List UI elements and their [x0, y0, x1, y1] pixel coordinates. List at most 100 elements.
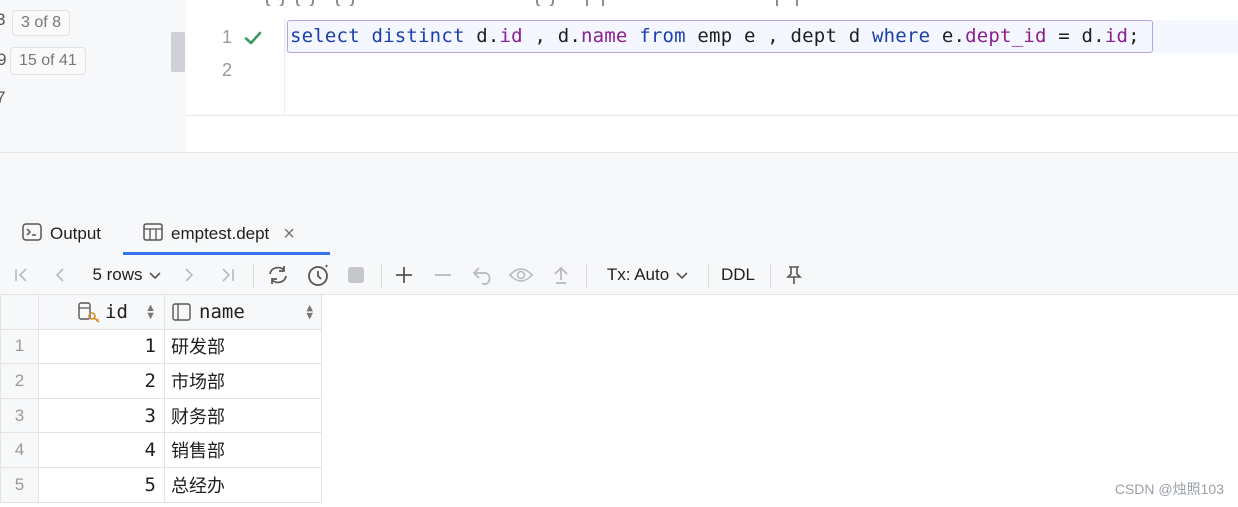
- sql-text: d.: [464, 25, 500, 47]
- sql-field: id: [1104, 25, 1129, 47]
- active-tab-indicator: [123, 252, 330, 255]
- cell-id[interactable]: 4: [38, 432, 165, 468]
- editor-bottom-area: [186, 115, 1238, 153]
- tab-emptest-dept[interactable]: emptest.dept ×: [143, 212, 295, 256]
- tab-output[interactable]: Output: [22, 212, 101, 256]
- sql-keyword: distinct: [371, 25, 465, 47]
- cell-name[interactable]: 市场部: [164, 363, 322, 399]
- tab-emptest-dept-label: emptest.dept: [171, 224, 270, 243]
- sql-text: e.: [930, 25, 966, 47]
- toolbar-icon-clipped[interactable]: [336, 0, 354, 6]
- partial-row-number: 3: [0, 10, 6, 29]
- row-number-header: [0, 294, 39, 330]
- transaction-mode-dropdown[interactable]: Tx: Auto: [600, 256, 696, 294]
- transaction-mode-label: Tx: Auto: [606, 265, 670, 284]
- ddl-button[interactable]: DDL: [716, 256, 760, 294]
- row-number: 5: [0, 466, 39, 503]
- primary-key-column-icon: [78, 302, 100, 323]
- next-page-icon[interactable]: [178, 256, 200, 294]
- toolbar-separator: [253, 264, 254, 288]
- history-icon[interactable]: [304, 256, 332, 294]
- scrollbar-thumb[interactable]: [171, 32, 185, 72]
- view-icon[interactable]: [508, 256, 536, 294]
- toolbar-icon-clipped[interactable]: [266, 0, 284, 6]
- sql-text: ;: [1128, 25, 1140, 47]
- cell-name[interactable]: 财务部: [164, 397, 322, 434]
- sql-keyword: where: [872, 25, 931, 47]
- close-icon[interactable]: ×: [283, 223, 295, 246]
- toolbar-separator: [770, 264, 771, 288]
- sql-text: = d.: [1046, 25, 1105, 47]
- add-row-icon[interactable]: [392, 256, 416, 294]
- cell-name[interactable]: 总经办: [164, 466, 322, 503]
- results-grid: id ▲ ▼ name ▲ ▼ 1 1 研发部 2 2 市场部 3 3 财务部 …: [0, 294, 322, 503]
- last-page-icon[interactable]: [217, 256, 239, 294]
- stop-icon[interactable]: [344, 256, 368, 294]
- ddl-label: DDL: [720, 265, 755, 284]
- editor-gutter: 1 2: [186, 18, 285, 115]
- column-header-id[interactable]: id ▲ ▼: [38, 294, 165, 330]
- table-icon: [143, 222, 163, 246]
- panel-splitter[interactable]: [0, 152, 1238, 213]
- sql-field: id: [499, 25, 523, 47]
- revert-icon[interactable]: [471, 256, 495, 294]
- sql-field: name: [581, 25, 628, 47]
- results-tab-bar: Output emptest.dept ×: [0, 212, 1238, 257]
- sort-icon[interactable]: ▲ ▼: [145, 302, 156, 321]
- toolbar-icon-clipped[interactable]: [536, 0, 554, 6]
- watermark: CSDN @烛照103: [1114, 481, 1224, 497]
- chevron-down-icon: [148, 272, 161, 280]
- refresh-icon[interactable]: [264, 256, 292, 294]
- previous-page-icon[interactable]: [49, 256, 71, 294]
- toolbar-icon-clipped[interactable]: [296, 0, 314, 6]
- row-number: 4: [0, 432, 39, 468]
- editor-toolbar-clipped: [186, 0, 1238, 6]
- column-header-id-label: id: [105, 300, 128, 323]
- cell-id[interactable]: 3: [38, 397, 165, 434]
- tab-output-label: Output: [50, 224, 102, 243]
- chevron-down-icon: [676, 272, 688, 280]
- column-header-name[interactable]: name ▲ ▼: [164, 294, 322, 330]
- sql-text: emp e , dept d: [685, 25, 873, 47]
- cell-id[interactable]: 2: [38, 363, 165, 399]
- results-toolbar: 5 rows Tx: Auto DDL: [0, 256, 1238, 295]
- table-row[interactable]: 2 2 市场部: [0, 363, 322, 399]
- table-row[interactable]: 5 5 总经办: [0, 466, 322, 503]
- page-size-dropdown[interactable]: 5 rows: [88, 256, 166, 294]
- table-row[interactable]: 3 3 财务部: [0, 397, 322, 434]
- console-icon: [22, 222, 42, 246]
- sql-field: dept_id: [965, 25, 1047, 47]
- count-badge: 15 of 41: [10, 47, 86, 75]
- table-row[interactable]: 1 1 研发部: [0, 328, 322, 365]
- row-number: 3: [0, 397, 39, 434]
- left-hints-panel: 3 3 of 8 9 15 of 41 7: [0, 0, 186, 152]
- count-badge: 3 of 8: [12, 10, 71, 36]
- partial-row-number: 9: [0, 50, 7, 69]
- cell-id[interactable]: 1: [38, 328, 165, 365]
- sql-statement[interactable]: select distinct d.id , d.name from emp e…: [290, 25, 1140, 47]
- pin-icon[interactable]: [782, 256, 806, 294]
- delete-row-icon[interactable]: [431, 256, 455, 294]
- toolbar-separator: [586, 264, 587, 288]
- toolbar-separator: [708, 264, 709, 288]
- column-icon: [172, 303, 191, 321]
- partial-row-number: 7: [0, 88, 6, 107]
- column-header-name-label: name: [199, 300, 245, 323]
- cell-name[interactable]: 研发部: [164, 328, 322, 365]
- line-number: 2: [221, 60, 232, 80]
- sort-icon[interactable]: ▲ ▼: [306, 302, 313, 321]
- sql-keyword: select: [290, 25, 360, 47]
- toolbar-separator: [381, 264, 382, 288]
- table-row[interactable]: 4 4 销售部: [0, 432, 322, 468]
- submit-icon[interactable]: [549, 256, 573, 294]
- first-page-icon[interactable]: [10, 256, 32, 294]
- row-number: 2: [0, 363, 39, 399]
- sql-text: , d.: [522, 25, 582, 47]
- toolbar-icon-clipped[interactable]: [776, 0, 798, 6]
- page-size-label: 5 rows: [92, 265, 143, 284]
- toolbar-icon-clipped[interactable]: [586, 0, 604, 6]
- check-icon: [244, 31, 262, 45]
- cell-name[interactable]: 销售部: [164, 432, 322, 468]
- cell-id[interactable]: 5: [38, 466, 165, 503]
